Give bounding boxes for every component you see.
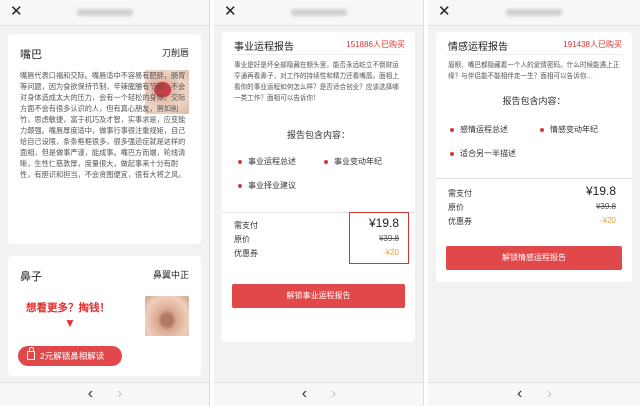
report-title: 情感运程报告 bbox=[448, 42, 508, 53]
contents-heading: 报告包含内容： bbox=[286, 130, 350, 140]
unlock-love-report-button[interactable]: 解锁情感运程报告 bbox=[446, 246, 622, 270]
unlock-nose-button[interactable]: 2元解锁鼻相解读 bbox=[18, 346, 122, 366]
phone-screen-career-report: ✕ 事业运程报告 151886人已购买 事业是好是坏全部隐藏在额头里，能否永远屹… bbox=[214, 0, 424, 406]
back-icon[interactable]: ‹ bbox=[517, 385, 522, 403]
close-icon[interactable]: ✕ bbox=[224, 3, 237, 21]
nose-card: 鼻子 鼻翼中正 想看更多？掏钱！ ▼ 2元解锁鼻相解读 bbox=[8, 256, 201, 376]
buyer-count: 151886人已购买 bbox=[346, 40, 405, 49]
back-icon[interactable]: ‹ bbox=[302, 385, 307, 403]
bullet-icon bbox=[324, 159, 328, 164]
list-item: 情感变动年纪 bbox=[540, 124, 598, 135]
back-icon[interactable]: ‹ bbox=[88, 385, 93, 403]
forward-icon: › bbox=[331, 385, 337, 402]
coupon-label: 优惠券 bbox=[234, 249, 258, 258]
unlock-career-report-button[interactable]: 解锁事业运程报告 bbox=[232, 284, 405, 308]
forward-icon: › bbox=[117, 385, 123, 402]
phone-screen-face-reading: ✕ 嘴巴 刀削唇 嘴唇代表口福和交际。嘴唇适中不容易有肥胖，肠胃等问题，因为食欲… bbox=[0, 0, 210, 406]
report-description: 眉眼、嘴巴都隐藏着一个人的爱情密码。什么时候能遇上正缘？与伴侣能不能相伴走一生？… bbox=[448, 62, 620, 80]
coupon-value: -¥20 bbox=[599, 216, 616, 225]
bullet-icon bbox=[450, 127, 454, 132]
close-icon[interactable]: ✕ bbox=[438, 3, 451, 21]
list-item: 事业运程总述 bbox=[238, 156, 296, 167]
list-item: 适合另一半描述 bbox=[450, 148, 516, 159]
pay-label: 需支付 bbox=[448, 189, 472, 198]
original-price-label: 原价 bbox=[448, 203, 464, 212]
lock-icon bbox=[27, 347, 35, 360]
bottom-nav: ‹ › bbox=[214, 382, 423, 406]
forward-icon: › bbox=[546, 385, 553, 402]
unlock-nose-label: 2元解锁鼻相解读 bbox=[40, 351, 105, 361]
career-report-card: 事业运程报告 151886人已购买 事业是好是坏全部隐藏在额头里，能否永远屹立不… bbox=[222, 32, 415, 342]
divider bbox=[436, 178, 632, 179]
nose-photo bbox=[145, 296, 189, 336]
coupon-label: 优惠券 bbox=[448, 217, 472, 226]
report-description: 事业是好是坏全部隐藏在额头里，能否永远屹立不倒财运亨通再看鼻子，对工作的持续性和… bbox=[234, 62, 399, 102]
mouth-title: 嘴巴 bbox=[20, 49, 42, 61]
nose-title: 鼻子 bbox=[20, 271, 42, 283]
pay-label: 需支付 bbox=[234, 221, 258, 230]
price-highlight-box bbox=[349, 212, 409, 264]
close-icon[interactable]: ✕ bbox=[10, 3, 23, 21]
bottom-nav: ‹ › bbox=[0, 382, 209, 406]
arrow-down-icon: ▼ bbox=[64, 316, 76, 330]
original-price: ¥39.8 bbox=[595, 202, 616, 211]
list-item: 感情运程总述 bbox=[450, 124, 508, 135]
top-bar: ✕ bbox=[214, 0, 423, 26]
top-bar: ✕ bbox=[0, 0, 209, 26]
contents-heading: 报告包含内容： bbox=[502, 96, 566, 106]
divider bbox=[446, 54, 622, 55]
phone-screen-love-report: ✕ 情感运程报告 191438人已购买 眉眼、嘴巴都隐藏着一个人的爱情密码。什么… bbox=[428, 0, 640, 406]
list-item: 事业变动年纪 bbox=[324, 156, 382, 167]
report-title: 事业运程报告 bbox=[234, 42, 294, 53]
mouth-description: 嘴唇代表口福和交际。嘴唇适中不容易有肥胖，肠胃等问题，因为食欲保持节制，辛辣腥膻… bbox=[20, 71, 186, 179]
bullet-icon bbox=[540, 127, 544, 132]
pay-price: ¥19.8 bbox=[585, 184, 616, 198]
mouth-card: 嘴巴 刀削唇 嘴唇代表口福和交际。嘴唇适中不容易有肥胖，肠胃等问题，因为食欲保持… bbox=[8, 34, 201, 244]
mouth-tag: 刀削唇 bbox=[161, 48, 189, 58]
blurred-page-title bbox=[506, 9, 562, 16]
list-item: 事业择业建议 bbox=[238, 180, 296, 191]
buyer-count: 191438人已购买 bbox=[563, 40, 622, 49]
bottom-nav: ‹ › bbox=[428, 382, 640, 406]
nose-tag: 鼻翼中正 bbox=[152, 270, 189, 280]
bullet-icon bbox=[238, 183, 242, 188]
blurred-page-title bbox=[290, 9, 347, 16]
blurred-page-title bbox=[76, 9, 133, 16]
bullet-icon bbox=[238, 159, 242, 164]
bullet-icon bbox=[450, 151, 454, 156]
original-price-label: 原价 bbox=[234, 235, 250, 244]
divider bbox=[232, 54, 405, 55]
pay-promo-text: 想看更多？掏钱！ bbox=[26, 302, 110, 314]
love-report-card: 情感运程报告 191438人已购买 眉眼、嘴巴都隐藏着一个人的爱情密码。什么时候… bbox=[436, 32, 632, 282]
top-bar: ✕ bbox=[428, 0, 640, 26]
